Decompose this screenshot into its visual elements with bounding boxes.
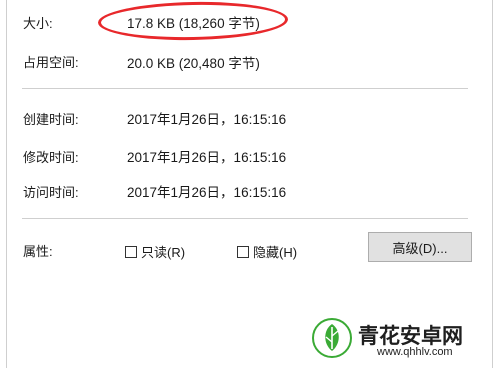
disk-size-value: 20.0 KB (20,480 字节): [127, 56, 260, 71]
hidden-checkbox-label[interactable]: 隐藏(H): [253, 242, 297, 261]
created-value: 2017年1月26日，16:15:16: [127, 112, 287, 127]
dialog-left-border: [6, 0, 7, 368]
hidden-checkbox[interactable]: [237, 245, 249, 258]
accessed-label: 访问时间:: [23, 185, 79, 200]
size-label: 大小:: [23, 16, 53, 31]
disk-size-label: 占用空间:: [23, 55, 79, 70]
modified-value: 2017年1月26日，16:15:16: [127, 150, 287, 165]
advanced-button[interactable]: 高级(D)...: [368, 232, 472, 262]
modified-label: 修改时间:: [23, 150, 79, 165]
created-label: 创建时间:: [23, 112, 79, 127]
separator: [22, 88, 468, 89]
green-leaf-logo-icon: [312, 318, 352, 358]
attributes-label: 属性:: [23, 244, 53, 259]
red-ellipse-annotation: [97, 0, 289, 42]
dialog-right-border: [492, 0, 493, 368]
readonly-checkbox[interactable]: [125, 245, 137, 258]
watermark-url: www.qhhlv.com: [377, 346, 453, 358]
hidden-checkbox-row[interactable]: 隐藏(H): [237, 242, 297, 261]
accessed-value: 2017年1月26日，16:15:16: [127, 185, 287, 200]
readonly-checkbox-row[interactable]: 只读(R): [125, 242, 185, 261]
separator: [22, 218, 468, 219]
readonly-checkbox-label[interactable]: 只读(R): [141, 242, 185, 261]
